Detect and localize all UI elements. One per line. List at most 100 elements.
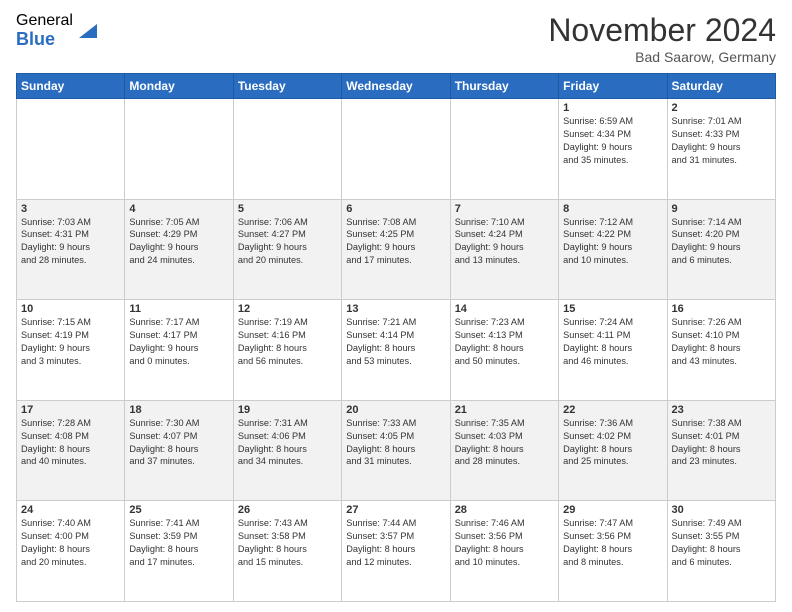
- calendar-cell: 9Sunrise: 7:14 AM Sunset: 4:20 PM Daylig…: [667, 199, 775, 300]
- header: General Blue November 2024 Bad Saarow, G…: [16, 12, 776, 65]
- day-info: Sunrise: 7:14 AM Sunset: 4:20 PM Dayligh…: [672, 216, 771, 268]
- day-info: Sunrise: 7:05 AM Sunset: 4:29 PM Dayligh…: [129, 216, 228, 268]
- day-number: 1: [563, 102, 662, 114]
- calendar-cell: 4Sunrise: 7:05 AM Sunset: 4:29 PM Daylig…: [125, 199, 233, 300]
- calendar-cell: 26Sunrise: 7:43 AM Sunset: 3:58 PM Dayli…: [233, 501, 341, 602]
- calendar-cell: [233, 99, 341, 200]
- day-info: Sunrise: 7:12 AM Sunset: 4:22 PM Dayligh…: [563, 216, 662, 268]
- day-number: 7: [455, 203, 554, 215]
- header-thursday: Thursday: [450, 74, 558, 99]
- day-number: 2: [672, 102, 771, 114]
- day-number: 6: [346, 203, 445, 215]
- day-number: 21: [455, 404, 554, 416]
- day-number: 27: [346, 504, 445, 516]
- header-tuesday: Tuesday: [233, 74, 341, 99]
- calendar-week-3: 17Sunrise: 7:28 AM Sunset: 4:08 PM Dayli…: [17, 400, 776, 501]
- calendar-cell: 6Sunrise: 7:08 AM Sunset: 4:25 PM Daylig…: [342, 199, 450, 300]
- calendar-cell: 7Sunrise: 7:10 AM Sunset: 4:24 PM Daylig…: [450, 199, 558, 300]
- day-number: 24: [21, 504, 120, 516]
- location: Bad Saarow, Germany: [548, 49, 776, 65]
- day-info: Sunrise: 7:28 AM Sunset: 4:08 PM Dayligh…: [21, 417, 120, 469]
- calendar-cell: 5Sunrise: 7:06 AM Sunset: 4:27 PM Daylig…: [233, 199, 341, 300]
- calendar-cell: 19Sunrise: 7:31 AM Sunset: 4:06 PM Dayli…: [233, 400, 341, 501]
- header-wednesday: Wednesday: [342, 74, 450, 99]
- day-info: Sunrise: 7:17 AM Sunset: 4:17 PM Dayligh…: [129, 316, 228, 368]
- calendar-cell: 24Sunrise: 7:40 AM Sunset: 4:00 PM Dayli…: [17, 501, 125, 602]
- logo-icon: [75, 20, 97, 42]
- calendar-cell: 13Sunrise: 7:21 AM Sunset: 4:14 PM Dayli…: [342, 300, 450, 401]
- day-number: 30: [672, 504, 771, 516]
- day-info: Sunrise: 7:01 AM Sunset: 4:33 PM Dayligh…: [672, 115, 771, 167]
- day-info: Sunrise: 7:35 AM Sunset: 4:03 PM Dayligh…: [455, 417, 554, 469]
- calendar-week-0: 1Sunrise: 6:59 AM Sunset: 4:34 PM Daylig…: [17, 99, 776, 200]
- day-info: Sunrise: 7:19 AM Sunset: 4:16 PM Dayligh…: [238, 316, 337, 368]
- calendar-cell: [125, 99, 233, 200]
- day-info: Sunrise: 7:43 AM Sunset: 3:58 PM Dayligh…: [238, 517, 337, 569]
- calendar-cell: 3Sunrise: 7:03 AM Sunset: 4:31 PM Daylig…: [17, 199, 125, 300]
- calendar-cell: [342, 99, 450, 200]
- day-number: 4: [129, 203, 228, 215]
- day-number: 8: [563, 203, 662, 215]
- day-info: Sunrise: 7:26 AM Sunset: 4:10 PM Dayligh…: [672, 316, 771, 368]
- calendar-cell: 11Sunrise: 7:17 AM Sunset: 4:17 PM Dayli…: [125, 300, 233, 401]
- day-number: 23: [672, 404, 771, 416]
- title-area: November 2024 Bad Saarow, Germany: [548, 12, 776, 65]
- day-number: 3: [21, 203, 120, 215]
- header-friday: Friday: [559, 74, 667, 99]
- day-number: 16: [672, 303, 771, 315]
- calendar-week-2: 10Sunrise: 7:15 AM Sunset: 4:19 PM Dayli…: [17, 300, 776, 401]
- calendar-cell: 14Sunrise: 7:23 AM Sunset: 4:13 PM Dayli…: [450, 300, 558, 401]
- calendar-cell: [17, 99, 125, 200]
- calendar-cell: 8Sunrise: 7:12 AM Sunset: 4:22 PM Daylig…: [559, 199, 667, 300]
- day-info: Sunrise: 7:21 AM Sunset: 4:14 PM Dayligh…: [346, 316, 445, 368]
- day-info: Sunrise: 7:03 AM Sunset: 4:31 PM Dayligh…: [21, 216, 120, 268]
- header-monday: Monday: [125, 74, 233, 99]
- header-saturday: Saturday: [667, 74, 775, 99]
- calendar-cell: 28Sunrise: 7:46 AM Sunset: 3:56 PM Dayli…: [450, 501, 558, 602]
- header-sunday: Sunday: [17, 74, 125, 99]
- calendar-cell: 27Sunrise: 7:44 AM Sunset: 3:57 PM Dayli…: [342, 501, 450, 602]
- day-info: Sunrise: 7:33 AM Sunset: 4:05 PM Dayligh…: [346, 417, 445, 469]
- day-info: Sunrise: 7:10 AM Sunset: 4:24 PM Dayligh…: [455, 216, 554, 268]
- day-info: Sunrise: 7:49 AM Sunset: 3:55 PM Dayligh…: [672, 517, 771, 569]
- day-number: 5: [238, 203, 337, 215]
- calendar-cell: 20Sunrise: 7:33 AM Sunset: 4:05 PM Dayli…: [342, 400, 450, 501]
- day-info: Sunrise: 6:59 AM Sunset: 4:34 PM Dayligh…: [563, 115, 662, 167]
- day-number: 17: [21, 404, 120, 416]
- day-info: Sunrise: 7:36 AM Sunset: 4:02 PM Dayligh…: [563, 417, 662, 469]
- day-number: 25: [129, 504, 228, 516]
- calendar-cell: 30Sunrise: 7:49 AM Sunset: 3:55 PM Dayli…: [667, 501, 775, 602]
- logo-text: General Blue: [16, 12, 73, 49]
- calendar-cell: 23Sunrise: 7:38 AM Sunset: 4:01 PM Dayli…: [667, 400, 775, 501]
- day-info: Sunrise: 7:46 AM Sunset: 3:56 PM Dayligh…: [455, 517, 554, 569]
- day-info: Sunrise: 7:23 AM Sunset: 4:13 PM Dayligh…: [455, 316, 554, 368]
- calendar-cell: 15Sunrise: 7:24 AM Sunset: 4:11 PM Dayli…: [559, 300, 667, 401]
- day-info: Sunrise: 7:31 AM Sunset: 4:06 PM Dayligh…: [238, 417, 337, 469]
- day-info: Sunrise: 7:30 AM Sunset: 4:07 PM Dayligh…: [129, 417, 228, 469]
- day-number: 19: [238, 404, 337, 416]
- day-number: 22: [563, 404, 662, 416]
- calendar-week-1: 3Sunrise: 7:03 AM Sunset: 4:31 PM Daylig…: [17, 199, 776, 300]
- day-number: 12: [238, 303, 337, 315]
- day-number: 9: [672, 203, 771, 215]
- day-number: 14: [455, 303, 554, 315]
- calendar-cell: 25Sunrise: 7:41 AM Sunset: 3:59 PM Dayli…: [125, 501, 233, 602]
- day-number: 28: [455, 504, 554, 516]
- calendar-cell: 16Sunrise: 7:26 AM Sunset: 4:10 PM Dayli…: [667, 300, 775, 401]
- calendar-cell: 1Sunrise: 6:59 AM Sunset: 4:34 PM Daylig…: [559, 99, 667, 200]
- day-info: Sunrise: 7:40 AM Sunset: 4:00 PM Dayligh…: [21, 517, 120, 569]
- calendar-cell: 12Sunrise: 7:19 AM Sunset: 4:16 PM Dayli…: [233, 300, 341, 401]
- day-info: Sunrise: 7:08 AM Sunset: 4:25 PM Dayligh…: [346, 216, 445, 268]
- calendar-cell: [450, 99, 558, 200]
- calendar-header-row: Sunday Monday Tuesday Wednesday Thursday…: [17, 74, 776, 99]
- day-number: 15: [563, 303, 662, 315]
- calendar-cell: 21Sunrise: 7:35 AM Sunset: 4:03 PM Dayli…: [450, 400, 558, 501]
- calendar-table: Sunday Monday Tuesday Wednesday Thursday…: [16, 73, 776, 602]
- calendar-cell: 10Sunrise: 7:15 AM Sunset: 4:19 PM Dayli…: [17, 300, 125, 401]
- calendar-cell: 29Sunrise: 7:47 AM Sunset: 3:56 PM Dayli…: [559, 501, 667, 602]
- day-number: 11: [129, 303, 228, 315]
- day-number: 10: [21, 303, 120, 315]
- day-number: 29: [563, 504, 662, 516]
- day-info: Sunrise: 7:06 AM Sunset: 4:27 PM Dayligh…: [238, 216, 337, 268]
- calendar-week-4: 24Sunrise: 7:40 AM Sunset: 4:00 PM Dayli…: [17, 501, 776, 602]
